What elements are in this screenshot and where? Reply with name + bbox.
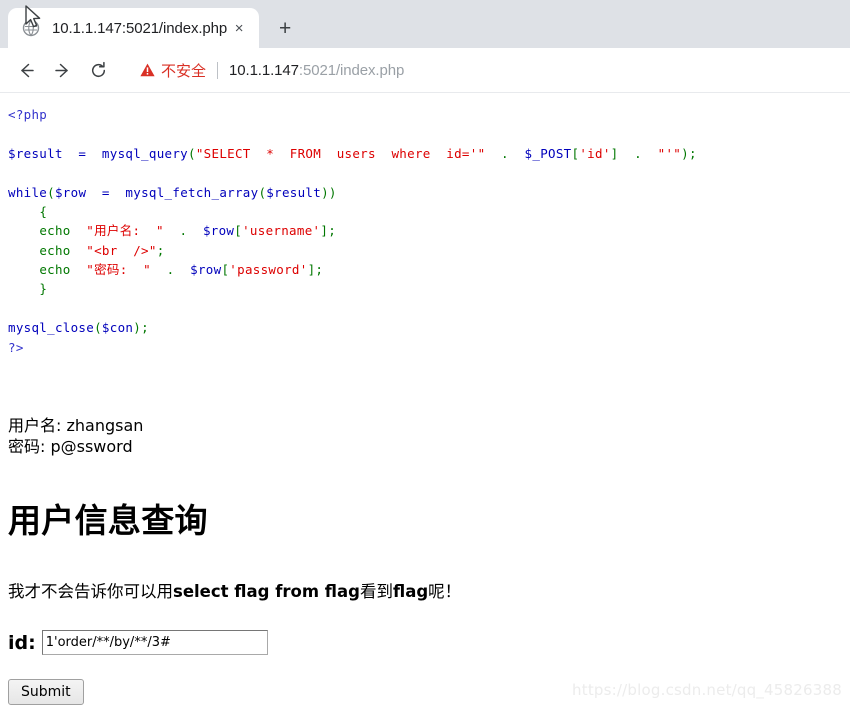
php-end-tag: ?> (8, 339, 24, 355)
back-icon[interactable] (10, 54, 42, 86)
code-echo-3-var: $row (190, 262, 222, 277)
code-paren-close: ) (681, 145, 689, 161)
code-post-key: 'id' (579, 145, 611, 161)
code-semicolon-1: ; (688, 145, 697, 161)
code-echo-2: echo (39, 242, 71, 258)
hint-sql: select flag from flag (173, 582, 360, 602)
code-echo-3-string: "密码: " (86, 262, 152, 277)
submit-button[interactable]: Submit (8, 679, 84, 706)
code-paren-open: ( (188, 145, 196, 161)
browser-chrome: 10.1.1.147:5021/index.php × + (0, 0, 850, 48)
code-echo-2-semi: ; (156, 242, 165, 258)
url-text: 10.1.1.147:5021/index.php (229, 62, 404, 79)
page-content: <?php $result = mysql_query("SELECT * FR… (0, 93, 850, 707)
url-path: :5021/index.php (298, 61, 405, 79)
code-echo-3-key: 'password' (229, 262, 308, 277)
browser-toolbar: 不安全 10.1.1.147:5021/index.php (0, 48, 850, 93)
code-close-paren-close: ) (133, 320, 142, 336)
code-echo-3-semi: ; (315, 262, 324, 277)
code-while-close: )) (321, 184, 337, 200)
code-echo-3-dot: . (151, 262, 191, 277)
code-post-var: $_POST (524, 145, 572, 161)
page-favicon (22, 19, 40, 37)
code-echo-1: echo (39, 223, 71, 239)
code-kw-while: while (8, 184, 48, 200)
hint-text: 我才不会告诉你可以用select flag from flag看到flag呢！ (0, 578, 850, 602)
watermark: https://blog.csdn.net/qq_45826388 (572, 681, 842, 699)
code-echo-1-semi: ; (328, 223, 337, 239)
code-var-con: $con (101, 320, 134, 336)
code-concat-2: . (618, 145, 658, 161)
php-open-tag: <?php (8, 107, 48, 122)
code-echo-1-dot: . (163, 223, 203, 239)
code-concat-1: . (485, 145, 525, 161)
browser-tab[interactable]: 10.1.1.147:5021/index.php × (8, 8, 260, 48)
code-while-eq: = (86, 184, 126, 200)
hint-prefix: 我才不会告诉你可以用 (8, 582, 173, 602)
code-while-paren: ( (47, 184, 55, 200)
hint-suffix: 呢！ (428, 582, 462, 602)
hint-mid: 看到 (359, 582, 393, 602)
output-password: 密码: p@ssword (8, 437, 133, 457)
new-tab-button[interactable]: + (265, 11, 305, 45)
reload-icon[interactable] (82, 54, 114, 86)
query-output: 用户名: zhangsan 密码: p@ssword (0, 415, 850, 458)
php-source-dump: <?php $result = mysql_query("SELECT * FR… (0, 93, 850, 357)
code-echo-1-var: $row (202, 223, 235, 239)
hint-flag: flag (392, 582, 429, 602)
code-brace-open: { (39, 203, 48, 219)
code-brace-close: } (39, 281, 48, 297)
code-close-paren-open: ( (94, 320, 102, 336)
code-fn-mysql-query: mysql_query (101, 145, 189, 161)
code-sql-string: "SELECT * FROM users where id='" (195, 145, 486, 161)
code-fn-fetch-array: mysql_fetch_array (125, 184, 259, 200)
code-fn-mysql-close: mysql_close (8, 320, 95, 336)
code-var-row: $row (54, 184, 87, 200)
address-bar[interactable]: 不安全 10.1.1.147:5021/index.php (126, 55, 840, 85)
id-form-row: id: (0, 630, 850, 656)
omnibox-divider (217, 61, 219, 79)
forward-icon[interactable] (46, 54, 78, 86)
code-close-semi: ; (141, 320, 149, 336)
not-secure-indicator[interactable]: 不安全 (140, 60, 206, 81)
code-echo-1-bracket-close: ] (320, 223, 329, 239)
code-echo-1-string: "用户名: " (86, 223, 164, 239)
url-host: 10.1.1.147 (229, 61, 299, 79)
code-quote-string: "'" (657, 145, 682, 161)
code-echo-1-key: 'username' (242, 223, 321, 239)
page-title: 用户信息查询 (8, 501, 208, 541)
code-echo-2-string: "<br />" (86, 242, 157, 258)
close-icon[interactable]: × (227, 16, 251, 40)
warning-triangle-icon (140, 63, 155, 77)
code-echo-3: echo (39, 262, 71, 277)
tab-strip: 10.1.1.147:5021/index.php × + (0, 0, 850, 48)
output-username: 用户名: zhangsan (8, 415, 144, 435)
id-label: id: (8, 631, 36, 654)
code-var-result-2: $result (266, 184, 322, 200)
not-secure-label: 不安全 (161, 62, 207, 80)
code-var-result: $result (8, 145, 63, 161)
code-eq: = (62, 145, 102, 161)
tab-title: 10.1.1.147:5021/index.php (52, 19, 228, 37)
code-echo-1-bracket-open: [ (234, 223, 243, 239)
id-input[interactable] (41, 630, 268, 656)
